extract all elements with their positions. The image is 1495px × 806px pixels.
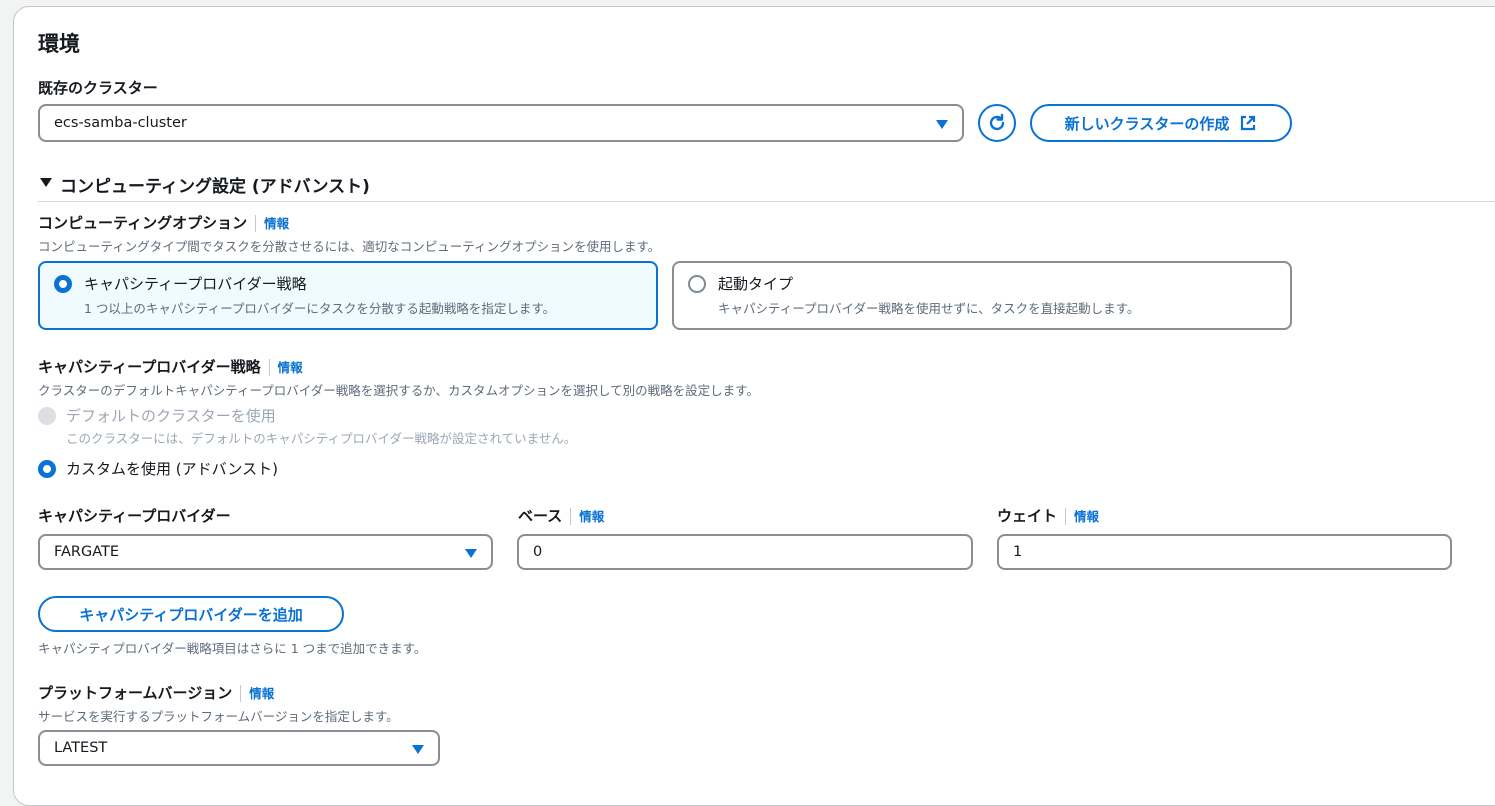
strategy-description: クラスターのデフォルトキャパシティープロバイダー戦略を選択するか、カスタムオプシ… [38,383,759,398]
external-link-icon [1241,115,1256,131]
capacity-provider-label: キャパシティープロバイダー [38,507,231,525]
cluster-label: 既存のクラスター [38,79,158,97]
caret-down-icon [465,549,477,558]
weight-input[interactable]: 1 [997,534,1452,570]
platform-info-link[interactable]: 情報 [249,686,274,701]
platform-description: サービスを実行するプラットフォームバージョンを指定します。 [38,709,399,724]
base-input-value: 0 [533,544,543,560]
capacity-strategy-radio[interactable] [54,274,72,293]
divider [38,201,1495,202]
launch-type-desc: キャパシティープロバイダー戦略を使用せずに、タスクを直接起動します。 [718,301,1140,316]
custom-radio[interactable] [38,459,56,478]
capacity-strategy-desc: 1 つ以上のキャパシティープロバイダーにタスクを分散する起動戦略を指定します。 [84,301,556,316]
add-provider-hint: キャパシティプロバイダー戦略項目はさらに 1 つまで追加できます。 [38,641,427,656]
section-title: 環境 [38,32,80,56]
cluster-select-value: ecs-samba-cluster [54,115,187,131]
platform-version-select[interactable]: LATEST [38,730,440,766]
launch-type-radio[interactable] [688,274,706,293]
caret-down-icon [412,745,424,754]
capacity-provider-strategy-tile[interactable]: キャパシティープロバイダー戦略 1 つ以上のキャパシティープロバイダーにタスクを… [38,261,658,330]
weight-input-value: 1 [1013,544,1023,560]
triangle-down-icon[interactable] [40,178,52,187]
default-cluster-label: デフォルトのクラスターを使用 [66,407,276,425]
weight-label: ウェイト [997,507,1058,525]
default-cluster-desc: このクラスターには、デフォルトのキャパシティプロバイダー戦略が設定されていません… [66,431,577,446]
add-capacity-provider-button[interactable]: キャパシティプロバイダーを追加 [38,596,344,632]
compute-option-description: コンピューティングタイプ間でタスクを分散させるには、適切なコンピューティングオプ… [38,239,661,254]
launch-type-tile[interactable]: 起動タイプ キャパシティープロバイダー戦略を使用せずに、タスクを直接起動します。 [672,261,1292,330]
launch-type-title: 起動タイプ [718,275,794,293]
capacity-strategy-title: キャパシティープロバイダー戦略 [84,275,307,293]
strategy-label: キャパシティープロバイダー戦略 [38,358,261,376]
compute-settings-expander[interactable]: コンピューティング設定 (アドバンスト) [60,172,370,197]
compute-option-info-link[interactable]: 情報 [264,216,289,231]
capacity-provider-value: FARGATE [54,544,120,560]
caret-down-icon [936,120,948,129]
weight-info-link[interactable]: 情報 [1074,509,1099,524]
platform-version-value: LATEST [54,740,108,756]
base-info-link[interactable]: 情報 [579,509,604,524]
capacity-provider-select[interactable]: FARGATE [38,534,493,570]
platform-label: プラットフォームバージョン [38,684,233,702]
create-cluster-button[interactable]: 新しいクラスターの作成 [1030,104,1292,142]
custom-label[interactable]: カスタムを使用 (アドバンスト) [66,458,278,479]
base-input[interactable]: 0 [517,534,973,570]
refresh-button[interactable] [978,104,1016,142]
strategy-info-link[interactable]: 情報 [278,360,303,375]
create-cluster-label: 新しいクラスターの作成 [1064,114,1230,133]
refresh-icon [989,113,1005,131]
base-label: ベース [518,507,563,525]
compute-option-label: コンピューティングオプション [38,214,248,232]
default-cluster-radio [38,406,56,425]
cluster-select[interactable]: ecs-samba-cluster [38,104,964,142]
